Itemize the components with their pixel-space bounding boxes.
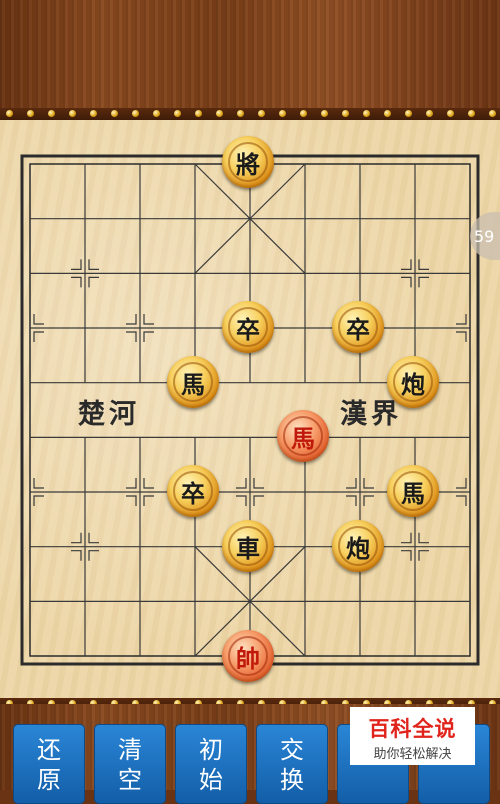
rail-stud <box>69 110 76 117</box>
rail-stud <box>342 110 349 117</box>
button-char: 清 <box>118 736 142 764</box>
rail-stud <box>153 110 160 117</box>
button-char: 空 <box>118 766 142 794</box>
rail-stud <box>216 110 223 117</box>
rail-stud <box>174 110 181 117</box>
piece-black-general[interactable]: 將 <box>222 136 274 188</box>
watermark-title: 百科全说 <box>368 717 457 741</box>
rail-stud <box>6 110 13 117</box>
clear-button[interactable]: 清空 <box>94 724 166 804</box>
piece-label: 帥 <box>228 636 268 676</box>
piece-label: 炮 <box>338 526 378 566</box>
piece-black-horse[interactable]: 馬 <box>387 465 439 517</box>
piece-label: 卒 <box>173 471 213 511</box>
top-rail <box>0 108 500 120</box>
rail-stud <box>279 110 286 117</box>
rail-stud <box>27 110 34 117</box>
rail-stud <box>468 110 475 117</box>
piece-label: 將 <box>228 142 268 182</box>
rail-stud <box>405 110 412 117</box>
piece-black-soldier[interactable]: 卒 <box>332 301 384 353</box>
piece-label: 馬 <box>283 416 323 456</box>
rail-stud <box>90 110 97 117</box>
rail-stud <box>321 110 328 117</box>
rail-stud <box>489 110 496 117</box>
button-char: 交 <box>280 736 304 764</box>
rail-stud <box>111 110 118 117</box>
rail-stud <box>48 110 55 117</box>
rail-stud <box>426 110 433 117</box>
watermark-subtitle: 助你轻松解决 <box>373 747 452 762</box>
button-char: 还 <box>37 736 61 764</box>
piece-label: 卒 <box>228 307 268 347</box>
rail-stud <box>258 110 265 117</box>
piece-red-general[interactable]: 帥 <box>222 630 274 682</box>
initial-button[interactable]: 初始 <box>175 724 247 804</box>
piece-label: 炮 <box>393 362 433 402</box>
wood-top-frame <box>0 0 500 112</box>
piece-red-horse[interactable]: 馬 <box>277 410 329 462</box>
swap-button[interactable]: 交换 <box>256 724 328 804</box>
piece-black-cannon[interactable]: 炮 <box>387 356 439 408</box>
piece-black-soldier[interactable]: 卒 <box>222 301 274 353</box>
rail-stud <box>237 110 244 117</box>
xiangqi-board[interactable]: 楚河 漢界 將 卒 卒 馬 炮 馬 卒 馬 車 炮 帥 <box>0 120 500 698</box>
piece-black-soldier[interactable]: 卒 <box>167 465 219 517</box>
piece-black-horse[interactable]: 馬 <box>167 356 219 408</box>
piece-black-chariot[interactable]: 車 <box>222 520 274 572</box>
button-char: 原 <box>37 766 61 794</box>
piece-label: 卒 <box>338 307 378 347</box>
rail-stud <box>363 110 370 117</box>
piece-black-cannon[interactable]: 炮 <box>332 520 384 572</box>
piece-label: 車 <box>228 526 268 566</box>
board-grid <box>20 154 480 666</box>
rail-stud <box>132 110 139 117</box>
rail-stud <box>300 110 307 117</box>
watermark-logo: 百科全说 助你轻松解决 <box>350 707 475 765</box>
button-char: 初 <box>199 736 223 764</box>
piece-label: 馬 <box>393 471 433 511</box>
restore-button[interactable]: 还原 <box>13 724 85 804</box>
rail-stud <box>447 110 454 117</box>
river-label-left: 楚河 <box>78 399 140 430</box>
rail-stud <box>195 110 202 117</box>
button-char: 始 <box>199 766 223 794</box>
rail-stud <box>384 110 391 117</box>
button-char: 换 <box>280 766 304 794</box>
piece-label: 馬 <box>173 362 213 402</box>
